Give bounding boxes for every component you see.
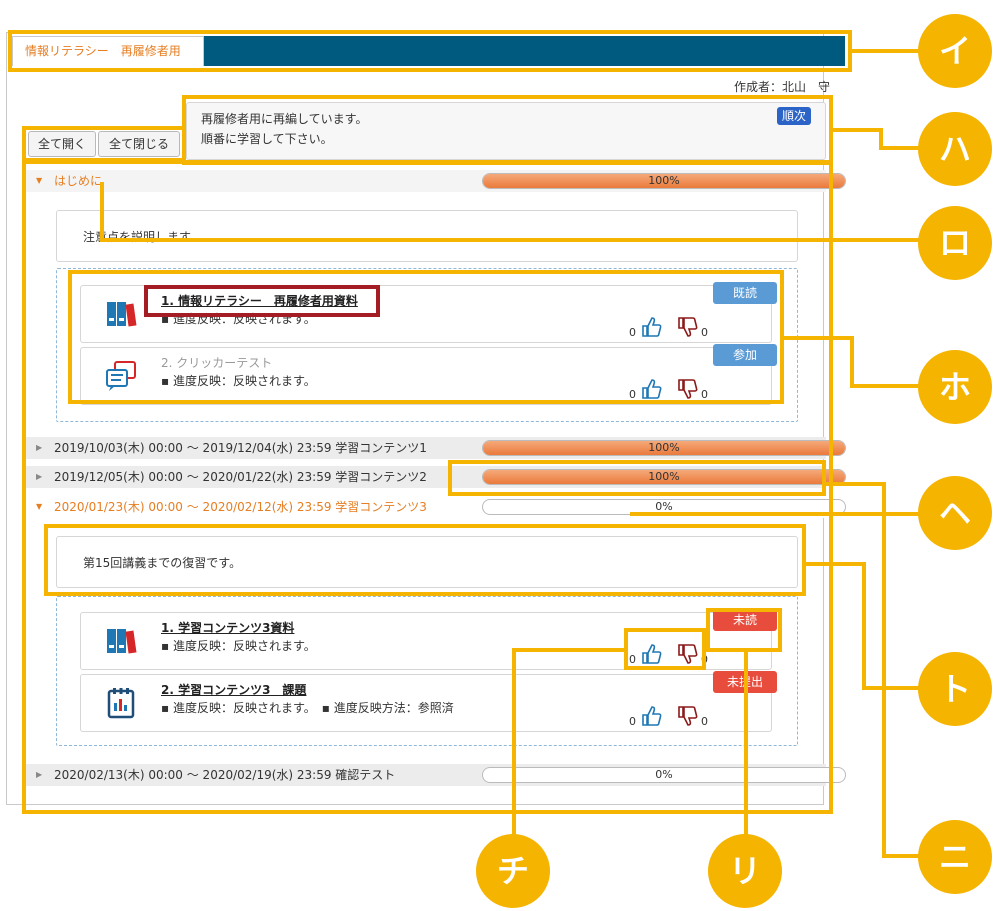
connector-line <box>630 512 922 516</box>
callout-chi: チ <box>476 834 550 908</box>
annotation-box-to <box>44 524 806 596</box>
creator-label: 作成者：北山 守 <box>733 80 830 94</box>
connector-line <box>862 686 922 690</box>
callout-ro: ロ <box>918 206 992 280</box>
callout-to: ト <box>918 652 992 726</box>
annotation-box-ho <box>68 270 784 404</box>
connector-line <box>100 238 920 242</box>
connector-line <box>512 648 516 838</box>
callout-ni: ニ <box>918 820 992 894</box>
callout-ri: リ <box>708 834 782 908</box>
connector-line <box>862 562 866 690</box>
connector-line <box>512 648 626 652</box>
annotation-box-chi <box>624 628 706 670</box>
connector-line <box>850 384 922 388</box>
callout-ho: ホ <box>918 350 992 424</box>
connector-line <box>882 854 922 858</box>
connector-line <box>100 182 104 242</box>
annotation-box-ri <box>706 608 782 652</box>
connector-line <box>784 336 854 340</box>
callout-i: イ <box>918 14 992 88</box>
connector-line <box>852 49 922 53</box>
callout-ha: ハ <box>918 112 992 186</box>
connector-line <box>806 562 866 566</box>
annotation-box-i <box>8 30 852 72</box>
connector-line <box>882 482 886 858</box>
annotation-box-ha <box>182 95 833 165</box>
connector-line <box>879 146 921 150</box>
connector-line <box>826 482 886 486</box>
callout-he: ヘ <box>918 476 992 550</box>
annotation-box-he <box>448 460 826 496</box>
connector-line <box>850 336 854 388</box>
connector-line <box>744 650 748 838</box>
annotation-box-buttons <box>22 126 186 162</box>
connector-line <box>833 128 883 132</box>
